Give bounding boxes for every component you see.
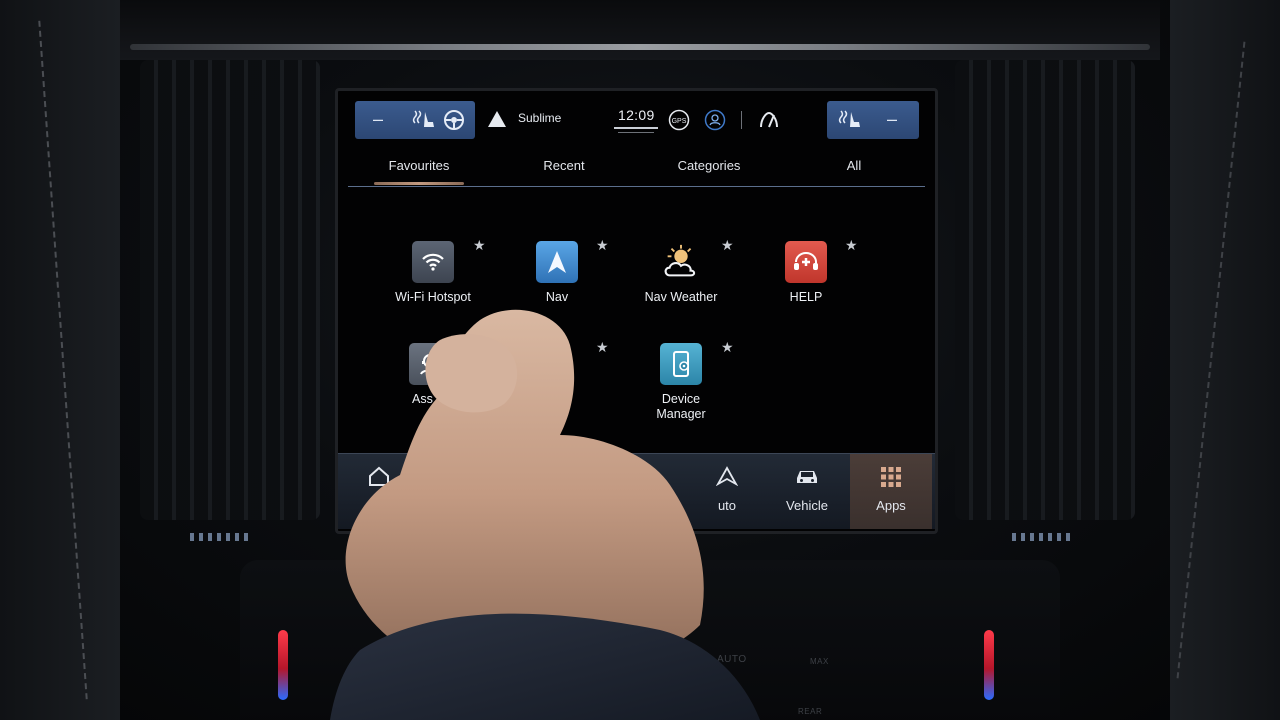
passenger-seat-control[interactable]: –	[827, 101, 919, 139]
rear-label: REAR	[798, 707, 823, 716]
tab-bar: Favourites Recent Categories All	[348, 146, 925, 187]
favourite-star-icon[interactable]: ★	[596, 339, 609, 356]
heated-seat-icon[interactable]	[409, 109, 435, 136]
bottom-dock: Ho uto Vehicle Apps	[338, 453, 935, 529]
android-auto-icon	[686, 466, 768, 488]
tab-categories[interactable]: Categories	[649, 158, 769, 173]
svg-text:GPS: GPS	[672, 118, 687, 125]
device-manager-icon	[660, 343, 702, 385]
clock-underline	[614, 127, 658, 129]
car-dashboard-scene: AUTO MAX REAR – Sublime 12:09 GPS – Favo…	[0, 0, 1280, 720]
drive-mode-icon[interactable]	[758, 109, 780, 136]
app-label: Nav Weather	[644, 290, 718, 304]
app-label: Ass	[412, 392, 433, 406]
user-profile-icon[interactable]	[704, 109, 726, 136]
favourite-star-icon[interactable]: ★	[721, 339, 734, 356]
right-seat	[1170, 0, 1280, 720]
app-label: Wi-Fi Hotspot	[395, 290, 471, 304]
clock[interactable]: 12:09	[618, 107, 655, 123]
help-cross-icon	[785, 241, 827, 283]
climate-console: AUTO MAX REAR	[240, 560, 1060, 720]
left-air-vent	[140, 60, 320, 520]
passenger-heated-seat-icon[interactable]	[837, 109, 863, 136]
navigation-arrow-icon	[488, 111, 506, 132]
dashboard-trim	[130, 44, 1150, 50]
clock-underline-secondary	[618, 132, 654, 133]
wifi-icon	[412, 241, 454, 283]
status-bar: – Sublime 12:09 GPS –	[338, 99, 935, 141]
auto-label: AUTO	[717, 654, 747, 665]
navigation-arrow-icon	[536, 241, 578, 283]
tab-recent[interactable]: Recent	[504, 158, 624, 173]
dashboard-top	[120, 0, 1160, 60]
tab-all[interactable]: All	[794, 158, 914, 173]
favourite-star-icon[interactable]: ★	[596, 237, 609, 254]
app-label: Nav	[545, 290, 569, 304]
driver-seat-minus[interactable]: –	[373, 109, 383, 129]
assistant-icon	[409, 343, 451, 385]
left-temp-knob-led	[278, 630, 288, 700]
passenger-seat-minus[interactable]: –	[887, 109, 897, 129]
dock-label: Ho	[370, 498, 388, 513]
dock-label: Apps	[876, 498, 906, 513]
dock-home[interactable]: Ho	[338, 454, 420, 529]
apps-grid-icon	[850, 466, 932, 488]
active-tab-indicator	[374, 182, 464, 185]
dock-android-auto[interactable]: uto	[686, 454, 768, 529]
car-icon	[766, 466, 848, 488]
infotainment-screen: – Sublime 12:09 GPS – Favourites Recent …	[335, 88, 938, 534]
heated-wheel-icon[interactable]	[443, 109, 465, 136]
gps-icon: GPS	[668, 109, 690, 136]
status-separator	[741, 111, 742, 129]
home-icon	[338, 466, 420, 488]
dock-label: uto	[717, 498, 737, 513]
max-label: MAX	[810, 657, 829, 666]
road-name: Sublime	[518, 111, 562, 125]
right-air-vent	[955, 60, 1135, 520]
dock-apps[interactable]: Apps	[850, 454, 932, 529]
app-assistant[interactable]: Ass	[368, 343, 492, 407]
app-label: HELP	[789, 290, 823, 304]
favourite-star-icon[interactable]: ★	[845, 237, 858, 254]
favourite-star-icon[interactable]: ★	[473, 237, 486, 254]
favourite-star-icon[interactable]: ★	[721, 237, 734, 254]
dock-vehicle[interactable]: Vehicle	[766, 454, 848, 529]
left-vent-light	[190, 533, 250, 541]
dock-label: Vehicle	[786, 498, 828, 513]
tab-favourites[interactable]: Favourites	[359, 158, 479, 173]
app-label: Device Manager	[656, 392, 706, 421]
driver-seat-control[interactable]: –	[355, 101, 475, 139]
right-temp-knob-led	[984, 630, 994, 700]
weather-icon	[660, 241, 702, 283]
right-vent-light	[1012, 533, 1072, 541]
left-seat	[0, 0, 120, 720]
